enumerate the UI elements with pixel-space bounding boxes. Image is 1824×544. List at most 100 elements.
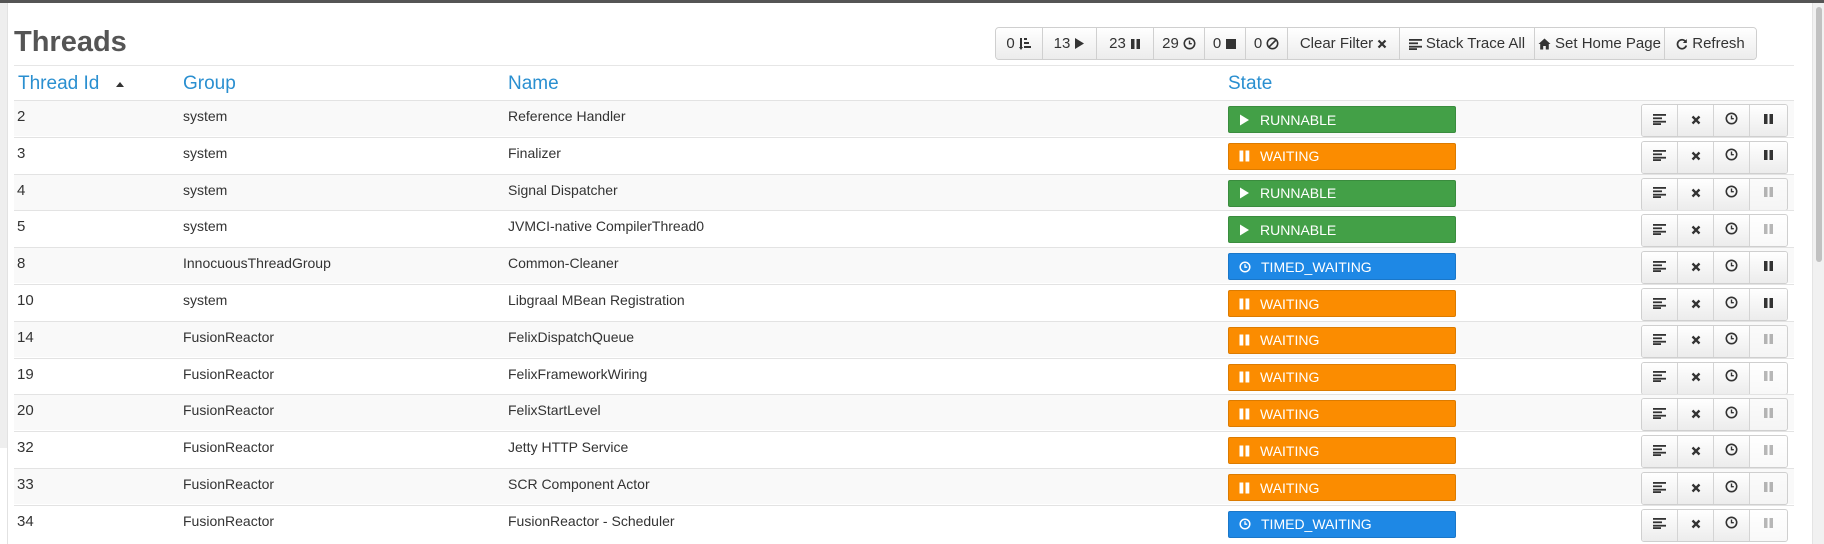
stack-trace-button[interactable] [1642, 436, 1678, 468]
pause-icon [1130, 38, 1141, 50]
table-row[interactable]: 2 system Reference Handler RUNNABLE [14, 100, 1794, 137]
thread-cpu-button[interactable] [1714, 473, 1750, 504]
row-actions [1641, 140, 1788, 174]
state-label: WAITING [1260, 479, 1320, 496]
state-badge[interactable]: WAITING [1228, 326, 1456, 354]
state-badge[interactable]: WAITING [1228, 142, 1456, 170]
state-badge[interactable]: WAITING [1228, 363, 1456, 391]
column-header-group[interactable]: Group [183, 72, 236, 96]
thread-cpu-button[interactable] [1714, 141, 1750, 173]
kill-thread-button[interactable] [1678, 362, 1714, 394]
filter-timed-waiting-button[interactable]: 29 [1154, 28, 1205, 59]
filter-blocked-button[interactable]: 0 [1246, 28, 1288, 59]
table-row[interactable]: 19 FusionReactor FelixFrameworkWiring WAITI… [14, 357, 1794, 395]
table-row[interactable]: 34 FusionReactor FusionReactor - Scheduler… [14, 504, 1794, 542]
kill-thread-button[interactable] [1678, 178, 1714, 210]
stack-trace-button[interactable] [1642, 325, 1678, 357]
row-actions [1641, 324, 1788, 358]
column-header-state[interactable]: State [1228, 72, 1272, 96]
set-home-page-button[interactable]: Set Home Page [1535, 28, 1665, 59]
vertical-scrollbar[interactable] [1812, 3, 1824, 544]
stack-trace-button[interactable] [1642, 252, 1678, 284]
table-row[interactable]: 14 FusionReactor FelixDispatchQueue WAITING [14, 320, 1794, 358]
kill-thread-button[interactable] [1678, 399, 1714, 431]
filter-waiting-button[interactable]: 23 [1097, 28, 1154, 59]
kill-thread-button[interactable] [1678, 141, 1714, 173]
align-left-icon [1653, 112, 1666, 130]
stack-trace-button[interactable] [1642, 473, 1678, 504]
scrollbar-thumb[interactable] [1816, 7, 1822, 262]
state-label: WAITING [1260, 405, 1320, 422]
stack-trace-button[interactable] [1642, 215, 1678, 247]
thread-id-cell: 10 [17, 292, 34, 309]
filter-sort-button[interactable]: 0 [996, 28, 1043, 59]
stack-trace-button[interactable] [1642, 289, 1678, 320]
name-cell: Libgraal MBean Registration [508, 292, 685, 308]
suspend-thread-button[interactable] [1750, 252, 1787, 284]
group-cell: system [183, 292, 228, 308]
thread-cpu-button[interactable] [1714, 399, 1750, 431]
name-cell: SCR Component Actor [508, 476, 650, 492]
thread-cpu-button[interactable] [1714, 325, 1750, 357]
suspend-thread-button[interactable] [1750, 105, 1787, 136]
kill-thread-button[interactable] [1678, 252, 1714, 284]
thread-cpu-button[interactable] [1714, 105, 1750, 136]
page-title: Threads [14, 26, 127, 58]
thread-cpu-button[interactable] [1714, 178, 1750, 210]
stack-trace-button[interactable] [1642, 178, 1678, 210]
table-row[interactable]: 4 system Signal Dispatcher RUNNABLE [14, 173, 1794, 211]
thread-cpu-button[interactable] [1714, 509, 1750, 541]
column-header-name[interactable]: Name [508, 72, 559, 96]
stack-trace-all-button[interactable]: Stack Trace All [1400, 28, 1535, 59]
filter-runnable-button[interactable]: 13 [1043, 28, 1097, 59]
clear-filter-button[interactable]: Clear Filter [1288, 28, 1400, 59]
state-badge[interactable]: WAITING [1228, 437, 1456, 465]
ban-icon [1266, 37, 1279, 50]
kill-thread-button[interactable] [1678, 215, 1714, 247]
column-header-thread-id[interactable]: Thread Id [18, 72, 99, 96]
state-badge[interactable]: RUNNABLE [1228, 106, 1456, 133]
clock-icon [1725, 112, 1738, 130]
stack-trace-button[interactable] [1642, 399, 1678, 431]
thread-cpu-button[interactable] [1714, 215, 1750, 247]
stack-trace-button[interactable] [1642, 509, 1678, 541]
kill-thread-button[interactable] [1678, 105, 1714, 136]
suspend-thread-button [1750, 178, 1787, 210]
table-row[interactable]: 32 FusionReactor Jetty HTTP Service WAITING [14, 431, 1794, 469]
kill-thread-button[interactable] [1678, 289, 1714, 320]
state-badge[interactable]: RUNNABLE [1228, 179, 1456, 207]
thread-cpu-button[interactable] [1714, 289, 1750, 320]
kill-thread-button[interactable] [1678, 509, 1714, 541]
table-row[interactable]: 5 system JVMCI-native CompilerThread0 RUNNA… [14, 210, 1794, 248]
state-badge[interactable]: WAITING [1228, 474, 1456, 501]
table-row[interactable]: 33 FusionReactor SCR Component Actor WAITIN… [14, 468, 1794, 505]
stack-trace-button[interactable] [1642, 362, 1678, 394]
thread-cpu-button[interactable] [1714, 436, 1750, 468]
table-row[interactable]: 3 system Finalizer WAITING [14, 136, 1794, 174]
suspend-thread-button[interactable] [1750, 289, 1787, 320]
table-row[interactable]: 10 system Libgraal MBean Registration WAITI… [14, 284, 1794, 321]
state-badge[interactable]: WAITING [1228, 400, 1456, 428]
suspend-thread-button[interactable] [1750, 141, 1787, 173]
stack-trace-button[interactable] [1642, 105, 1678, 136]
kill-thread-button[interactable] [1678, 436, 1714, 468]
thread-cpu-button[interactable] [1714, 362, 1750, 394]
state-badge[interactable]: RUNNABLE [1228, 216, 1456, 244]
kill-thread-button[interactable] [1678, 473, 1714, 504]
state-badge[interactable]: TIMED_WAITING [1228, 510, 1456, 538]
play-icon [1239, 224, 1250, 236]
table-row[interactable]: 20 FusionReactor FelixStartLevel WAITING [14, 394, 1794, 432]
times-icon [1691, 222, 1701, 240]
refresh-button[interactable]: Refresh [1665, 28, 1756, 59]
state-badge[interactable]: TIMED_WAITING [1228, 253, 1456, 281]
stack-trace-button[interactable] [1642, 141, 1678, 173]
clock-icon [1183, 37, 1196, 50]
clock-icon [1725, 222, 1738, 240]
times-icon [1691, 516, 1701, 534]
kill-thread-button[interactable] [1678, 325, 1714, 357]
state-badge[interactable]: WAITING [1228, 290, 1456, 317]
thread-cpu-button[interactable] [1714, 252, 1750, 284]
table-row[interactable]: 8 InnocuousThreadGroup Common-Cleaner TIMED… [14, 247, 1794, 285]
pause-icon [1763, 369, 1774, 387]
filter-stopped-button[interactable]: 0 [1205, 28, 1246, 59]
